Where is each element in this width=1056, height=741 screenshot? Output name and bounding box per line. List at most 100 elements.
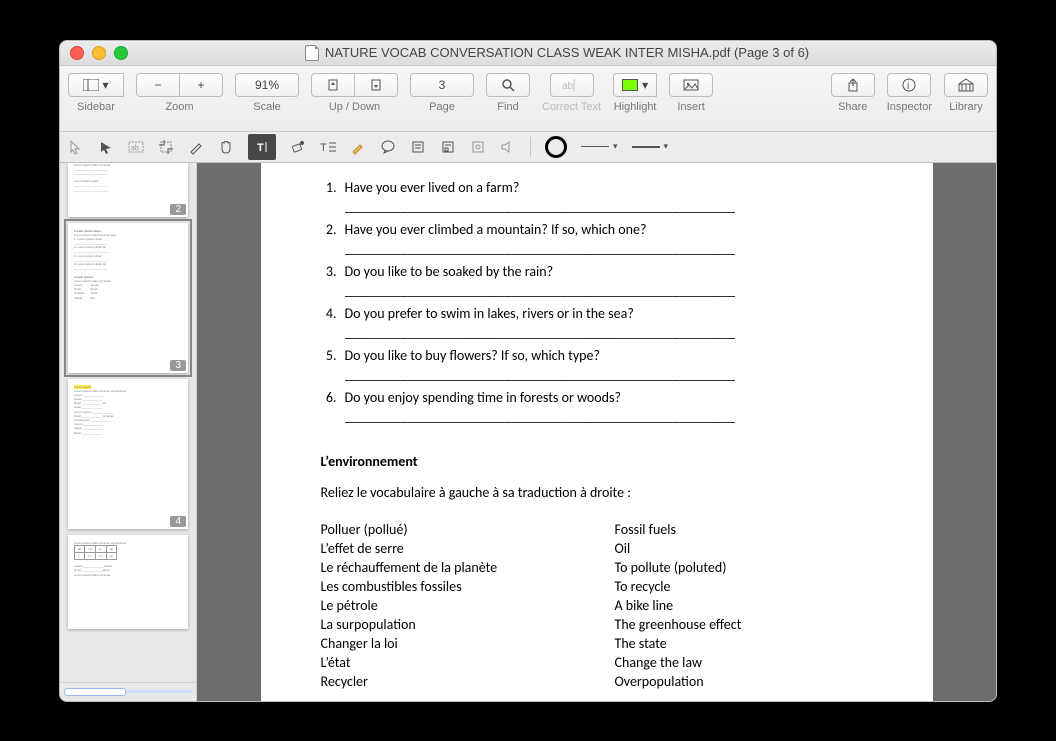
thumbnail-page-2[interactable]: Lorem ipsum dolor sit amet.__________ __… [68, 163, 188, 217]
share-button[interactable] [831, 73, 875, 97]
titlebar: NATURE VOCAB CONVERSATION CLASS WEAK INT… [60, 41, 996, 66]
vocab-term-right: A bike line [615, 597, 873, 614]
annotation-toolbar: ab T T ▾ ▾ [60, 132, 996, 163]
share-group: Share [831, 73, 875, 113]
question-number: 5. [321, 347, 337, 383]
inspector-label: Inspector [887, 101, 932, 113]
question-text: Have you ever climbed a mountain? If so,… [345, 221, 735, 238]
thumbnail-page-5[interactable]: Lorem ipsum dolor sit amet consecteturab… [68, 535, 188, 629]
question-text: Do you prefer to swim in lakes, rivers o… [345, 305, 735, 322]
sidebar-group: ▾ Sidebar [68, 73, 124, 113]
vocab-term-left: Le réchauffement de la planète [321, 559, 615, 576]
answer-blank: ________________________________________… [345, 198, 735, 215]
question-item: 4. Do you prefer to swim in lakes, river… [321, 305, 873, 341]
question-number: 2. [321, 221, 337, 257]
page-number-badge: 2 [170, 204, 186, 215]
thumbnail-list[interactable]: Lorem ipsum dolor sit amet.__________ __… [60, 163, 196, 682]
link-tool-icon[interactable] [470, 139, 486, 155]
text-style-tool-icon[interactable]: T [320, 139, 336, 155]
question-number: 3. [321, 263, 337, 299]
question-item: 2. Have you ever climbed a mountain? If … [321, 221, 873, 257]
hand-tool-icon[interactable] [218, 139, 234, 155]
window-controls [70, 46, 128, 60]
scale-group: 91% Scale [235, 73, 299, 113]
page-up-button[interactable] [311, 73, 355, 97]
zoom-window-button[interactable] [114, 46, 128, 60]
highlight-button[interactable]: ▾ [613, 73, 657, 97]
text-tool-icon[interactable]: T [248, 134, 276, 160]
text-cursor-tool-icon[interactable] [68, 139, 84, 155]
sidebar-toggle-button[interactable]: ▾ [68, 73, 124, 97]
vocab-term-right: Oil [615, 540, 873, 557]
vocab-columns: Polluer (pollué)L’effet de serreLe récha… [321, 521, 873, 690]
vocab-term-left: Recycler [321, 673, 615, 690]
question-number: 1. [321, 179, 337, 215]
note-tool-icon[interactable] [410, 139, 426, 155]
question-item: 5. Do you like to buy flowers? If so, wh… [321, 347, 873, 383]
vocab-term-right: Overpopulation [615, 673, 873, 690]
library-label: Library [949, 101, 983, 113]
sound-tool-icon[interactable] [500, 139, 516, 155]
zoom-in-button[interactable]: + [180, 73, 223, 97]
area-select-tool-icon[interactable]: ab [128, 139, 144, 155]
page-viewport[interactable]: 1. Have you ever lived on a farm? ______… [197, 163, 996, 701]
page-down-button[interactable] [355, 73, 398, 97]
library-group: Library [944, 73, 988, 113]
highlight-swatch-icon [622, 79, 638, 91]
inspector-group: i Inspector [887, 73, 932, 113]
page-label: Page [429, 101, 455, 113]
correct-text-icon: ab [562, 79, 582, 91]
find-label: Find [497, 101, 518, 113]
thumbnail-page-3[interactable]: Lorem ipsum dolorLorem ipsum dolor sit a… [68, 223, 188, 373]
stroke-color-tool[interactable] [545, 136, 567, 158]
content-area: Lorem ipsum dolor sit amet.__________ __… [60, 163, 996, 701]
page-number-badge: 4 [170, 516, 186, 527]
scale-field[interactable]: 91% [235, 73, 299, 97]
updown-label: Up / Down [329, 101, 380, 113]
close-window-button[interactable] [70, 46, 84, 60]
find-button[interactable] [486, 73, 530, 97]
correct-group: ab Correct Text [542, 73, 601, 113]
minimize-window-button[interactable] [92, 46, 106, 60]
pencil-tool-icon[interactable] [188, 139, 204, 155]
vocab-term-right: To recycle [615, 578, 873, 595]
comment-tool-icon[interactable] [380, 139, 396, 155]
question-text: Have you ever lived on a farm? [345, 179, 735, 196]
sidebar-scrollbar[interactable] [60, 682, 196, 701]
vocab-term-left: Les combustibles fossiles [321, 578, 615, 595]
question-number: 4. [321, 305, 337, 341]
highlight-group: ▾ Highlight [613, 73, 657, 113]
form-tool-icon[interactable] [440, 139, 456, 155]
thumbnail-sidebar: Lorem ipsum dolor sit amet.__________ __… [60, 163, 197, 701]
highlight-label: Highlight [614, 101, 657, 113]
line-weight-dropdown[interactable]: ▾ [632, 141, 669, 152]
insert-button[interactable] [669, 73, 713, 97]
zoom-out-button[interactable]: − [136, 73, 180, 97]
line-style-dropdown[interactable]: ▾ [581, 141, 618, 152]
page-field[interactable]: 3 [410, 73, 474, 97]
vocab-left-column: Polluer (pollué)L’effet de serreLe récha… [321, 521, 615, 690]
window-title-text: NATURE VOCAB CONVERSATION CLASS WEAK INT… [325, 45, 809, 60]
vocab-term-right: Change the law [615, 654, 873, 671]
scale-label: Scale [253, 101, 281, 113]
library-button[interactable] [944, 73, 988, 97]
updown-group: Up / Down [311, 73, 398, 113]
question-item: 1. Have you ever lived on a farm? ______… [321, 179, 873, 215]
main-toolbar: ▾ Sidebar − + Zoom 91% Scale [60, 66, 996, 132]
thumbnail-page-4[interactable]: Lorem ipsumLorem ipsum dolor sit amet co… [68, 379, 188, 529]
pointer-tool-icon[interactable] [98, 139, 114, 155]
crop-tool-icon[interactable] [158, 139, 174, 155]
insert-label: Insert [677, 101, 705, 113]
find-group: Find [486, 73, 530, 113]
question-text: Do you like to be soaked by the rain? [345, 263, 735, 280]
page-number-badge: 3 [170, 360, 186, 371]
page-content: 1. Have you ever lived on a farm? ______… [261, 163, 933, 701]
sidebar-label: Sidebar [77, 101, 115, 113]
library-icon [958, 78, 974, 92]
window-title: NATURE VOCAB CONVERSATION CLASS WEAK INT… [128, 45, 986, 61]
eraser-tool-icon[interactable] [290, 139, 306, 155]
vocab-term-right: Fossil fuels [615, 521, 873, 538]
vocab-term-right: To pollute (poluted) [615, 559, 873, 576]
inspector-button[interactable]: i [887, 73, 931, 97]
marker-tool-icon[interactable] [350, 139, 366, 155]
